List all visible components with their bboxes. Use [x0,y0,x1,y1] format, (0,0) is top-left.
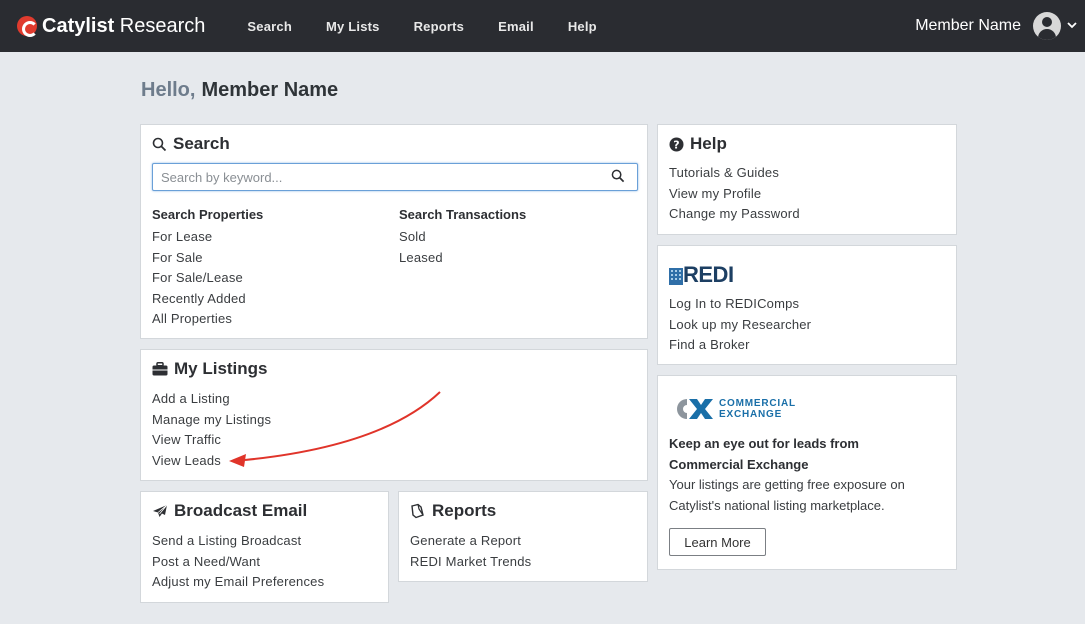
my-listings-title: My Listings [152,359,268,379]
cx-logo-icon [677,399,713,419]
link-view-leads[interactable]: View Leads [152,451,271,472]
link-all-properties[interactable]: All Properties [152,309,263,330]
search-card: Search Search Properties For Lease For S… [140,124,648,339]
redi-card: REDI Log In to REDIComps Look up my Rese… [657,245,957,365]
link-for-sale[interactable]: For Sale [152,248,263,269]
user-menu[interactable]: Member Name [915,0,1077,52]
redi-logo: REDI [669,262,734,288]
link-redicomps-login[interactable]: Log In to REDIComps [669,294,811,315]
catylist-logo-icon [17,16,38,37]
link-manage-listings[interactable]: Manage my Listings [152,410,271,431]
link-view-traffic[interactable]: View Traffic [152,430,271,451]
link-lookup-researcher[interactable]: Look up my Researcher [669,315,811,336]
link-send-listing-broadcast[interactable]: Send a Listing Broadcast [152,531,324,552]
link-add-listing[interactable]: Add a Listing [152,389,271,410]
redi-building-icon [669,268,683,285]
search-icon [152,137,167,152]
question-circle-icon: ? [669,137,684,152]
svg-text:?: ? [673,138,679,151]
link-change-password[interactable]: Change my Password [669,204,800,225]
link-find-broker[interactable]: Find a Broker [669,335,811,356]
help-card: ? Help Tutorials & Guides View my Profil… [657,124,957,235]
chevron-down-icon[interactable] [1067,19,1077,33]
nav-reports[interactable]: Reports [397,19,482,34]
nav-my-lists[interactable]: My Lists [309,19,397,34]
cx-description: Your listings are getting free exposure … [669,477,905,513]
broadcast-email-card: Broadcast Email Send a Listing Broadcast… [140,491,389,603]
help-title: ? Help [669,134,727,154]
link-view-profile[interactable]: View my Profile [669,184,800,205]
page-greeting: Hello, Member Name [141,79,339,101]
main-nav: Search My Lists Reports Email Help [230,19,613,34]
search-transactions-heading: Search Transactions [399,207,527,222]
link-leased[interactable]: Leased [399,248,526,269]
link-redi-market-trends[interactable]: REDI Market Trends [410,552,531,573]
report-icon [410,503,426,519]
nav-email[interactable]: Email [481,19,551,34]
user-avatar-icon[interactable] [1033,12,1061,40]
briefcase-icon [152,362,168,376]
reports-card: Reports Generate a Report REDI Market Tr… [398,491,648,582]
link-recently-added[interactable]: Recently Added [152,289,263,310]
link-for-sale-lease[interactable]: For Sale/Lease [152,268,263,289]
user-name[interactable]: Member Name [915,17,1021,35]
search-transactions-column: Search Transactions Sold Leased [399,205,526,268]
reports-title: Reports [410,501,496,521]
commercial-exchange-logo: COMMERCIAL EXCHANGE [669,397,796,421]
paper-plane-icon [152,504,168,518]
link-sold[interactable]: Sold [399,227,526,248]
broadcast-email-title: Broadcast Email [152,501,307,521]
link-email-preferences[interactable]: Adjust my Email Preferences [152,572,324,593]
commercial-exchange-card: COMMERCIAL EXCHANGE Keep an eye out for … [657,375,957,570]
link-generate-report[interactable]: Generate a Report [410,531,531,552]
search-submit-icon[interactable] [611,169,627,185]
nav-search[interactable]: Search [230,19,309,34]
search-properties-column: Search Properties For Lease For Sale For… [152,205,263,330]
link-for-lease[interactable]: For Lease [152,227,263,248]
link-tutorials-guides[interactable]: Tutorials & Guides [669,163,800,184]
learn-more-button[interactable]: Learn More [669,528,766,556]
search-properties-heading: Search Properties [152,207,264,222]
cx-headline: Keep an eye out for leads from Commercia… [669,436,859,472]
search-input[interactable] [152,163,638,191]
brand-logo[interactable]: Catylist Research [17,0,205,52]
brand-name: Catylist Research [42,14,206,37]
nav-help[interactable]: Help [551,19,614,34]
top-navbar: Catylist Research Search My Lists Report… [0,0,1085,52]
my-listings-card: My Listings Add a Listing Manage my List… [140,349,648,481]
link-post-need-want[interactable]: Post a Need/Want [152,552,324,573]
search-card-title: Search [152,134,230,154]
